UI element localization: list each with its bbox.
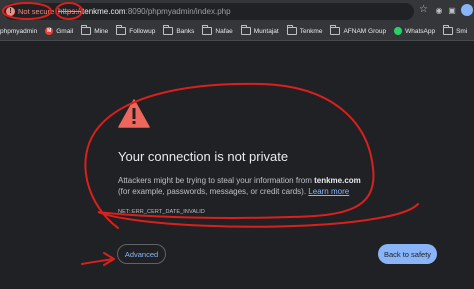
bookmark-smi[interactable]: Smi bbox=[443, 25, 468, 35]
url-path: :8090/phpmyadmin/index.php bbox=[125, 7, 231, 16]
bookmark-label: WhatsApp bbox=[405, 27, 436, 35]
bookmark-whatsapp[interactable]: WhatsApp bbox=[394, 27, 435, 35]
bookmark-label: Smi bbox=[456, 27, 468, 35]
page-title: Your connection is not private bbox=[118, 149, 289, 164]
extensions-icon[interactable]: ▣ bbox=[447, 5, 457, 15]
bookmark-afnam-group[interactable]: AFNAM Group bbox=[330, 25, 387, 35]
profile-avatar[interactable] bbox=[461, 4, 473, 16]
browser-toolbar: ! Not secure https:// tenkme.com :8090/p… bbox=[0, 0, 474, 22]
bookmark-label: Tenkme bbox=[299, 27, 323, 35]
folder-icon bbox=[163, 25, 174, 35]
bookmark-tenkme[interactable]: Tenkme bbox=[286, 25, 323, 35]
url-host: tenkme.com bbox=[82, 7, 126, 16]
url-text[interactable]: https:// tenkme.com :8090/phpmyadmin/ind… bbox=[58, 4, 231, 19]
bookmark-phpmyadmin[interactable]: phpmyadmin bbox=[0, 28, 37, 35]
bookmark-label: Banks bbox=[176, 27, 195, 35]
folder-icon bbox=[443, 25, 454, 35]
bookmark-nafae[interactable]: Nafae bbox=[202, 25, 233, 35]
warning-icon: ! bbox=[6, 7, 15, 16]
folder-icon bbox=[81, 25, 92, 35]
bookmark-mine[interactable]: Mine bbox=[81, 25, 109, 35]
whatsapp-icon bbox=[394, 27, 403, 35]
gmail-icon: M bbox=[45, 27, 54, 35]
folder-icon bbox=[330, 25, 341, 35]
bookmark-gmail[interactable]: M Gmail bbox=[45, 27, 73, 35]
screenshot-icon[interactable]: ◉ bbox=[434, 5, 444, 15]
folder-icon bbox=[116, 25, 127, 35]
learn-more-link[interactable]: Learn more bbox=[308, 187, 349, 196]
annotation-arrowhead bbox=[103, 252, 115, 266]
bookmark-label: Mine bbox=[94, 27, 109, 35]
advanced-button[interactable]: Advanced bbox=[117, 244, 166, 264]
folder-icon bbox=[240, 25, 251, 35]
bookmark-banks[interactable]: Banks bbox=[163, 25, 195, 35]
bookmark-followup[interactable]: Followup bbox=[116, 25, 156, 35]
back-to-safety-button[interactable]: Back to safety bbox=[378, 244, 437, 264]
bookmark-label: AFNAM Group bbox=[343, 27, 387, 35]
security-label: Not secure bbox=[18, 7, 55, 16]
bookmark-label: Gmail bbox=[56, 27, 74, 35]
bookmarks-bar: phpmyadmin M Gmail Mine Followup Banks N… bbox=[0, 22, 474, 41]
folder-icon bbox=[286, 25, 297, 35]
description-text: Attackers might be trying to steal your … bbox=[118, 176, 315, 185]
bookmark-muntajat[interactable]: Muntajat bbox=[240, 25, 279, 35]
bookmark-star-icon[interactable]: ☆ bbox=[419, 4, 428, 15]
error-code: NET::ERR_CERT_DATE_INVALID bbox=[118, 209, 205, 215]
url-scheme: https:// bbox=[58, 7, 83, 16]
error-description: Attackers might be trying to steal your … bbox=[118, 175, 368, 197]
bookmark-label: Nafae bbox=[215, 27, 233, 35]
bookmark-label: Muntajat bbox=[253, 27, 279, 35]
description-text-suffix: (for example, passwords, messages, or cr… bbox=[118, 187, 309, 196]
bookmark-label: Followup bbox=[129, 27, 156, 35]
security-chip[interactable]: ! Not secure bbox=[6, 4, 54, 19]
warning-triangle-icon bbox=[118, 99, 150, 128]
folder-icon bbox=[202, 25, 213, 35]
description-domain: tenkme.com bbox=[314, 176, 361, 185]
bookmark-label: phpmyadmin bbox=[0, 27, 38, 35]
annotation-arrow-line bbox=[81, 258, 114, 265]
